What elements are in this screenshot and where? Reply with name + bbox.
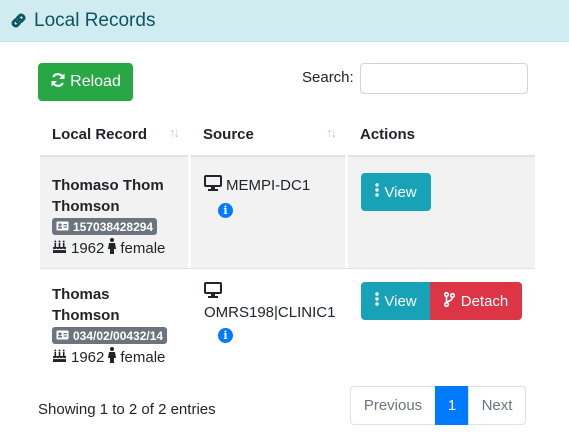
desktop-icon — [204, 282, 344, 302]
gender: female — [120, 239, 166, 257]
reload-button[interactable]: Reload — [38, 63, 133, 101]
sort-icon: ↑↓ — [169, 125, 180, 140]
ellipsis-vertical-icon — [375, 183, 380, 201]
search-input[interactable] — [360, 63, 528, 94]
view-label: View — [384, 292, 417, 310]
id-value: 157038428294 — [73, 219, 154, 234]
detach-button[interactable]: Detach — [430, 282, 522, 320]
source-line: MEMPI-DC1 — [204, 175, 344, 195]
id-card-icon — [56, 329, 69, 343]
column-divider — [188, 157, 191, 268]
column-header-label: Source — [203, 126, 254, 143]
gender: female — [120, 348, 166, 366]
column-divider — [345, 157, 348, 268]
view-label: View — [384, 183, 417, 201]
local-record-cell: Thomas Thomson 034/02/00432/14 1962 fema… — [52, 284, 186, 367]
column-header-actions: Actions — [348, 110, 535, 157]
birthday-cake-icon — [52, 239, 67, 258]
column-header-label: Local Record — [52, 126, 148, 143]
demographics: 1962 female — [52, 347, 186, 367]
local-record-cell: Thomaso Thom Thomson 157038428294 1962 f… — [52, 175, 186, 258]
view-button[interactable]: View — [361, 282, 431, 320]
female-icon — [108, 347, 117, 367]
info-icon[interactable]: i — [218, 328, 233, 343]
birthday-cake-icon — [52, 348, 67, 367]
pagination: Previous 1 Next — [350, 386, 526, 425]
source-cell: OMRS198|CLINIC1 i — [204, 282, 344, 343]
birth-year: 1962 — [71, 348, 105, 366]
source-cell: MEMPI-DC1 i — [204, 175, 344, 218]
desktop-icon — [204, 175, 222, 195]
card-header: Local Records — [0, 0, 569, 42]
source-name: MEMPI-DC1 — [226, 176, 311, 194]
name-line: Thomaso Thom — [52, 177, 164, 194]
ellipsis-vertical-icon — [375, 292, 380, 310]
name-line: Thomson — [52, 307, 120, 324]
sort-icon: ↑↓ — [326, 125, 337, 140]
next-page-button[interactable]: Next — [468, 386, 526, 425]
column-header-label: Actions — [360, 126, 416, 143]
id-value: 034/02/00432/14 — [73, 328, 164, 343]
column-header-local-record[interactable]: Local Record ↑↓ — [40, 110, 188, 157]
code-branch-icon — [443, 291, 455, 311]
view-button[interactable]: View — [361, 173, 431, 211]
birth-year: 1962 — [71, 239, 105, 257]
name-line: Thomson — [52, 198, 120, 215]
id-card-icon — [56, 220, 69, 234]
reload-label: Reload — [70, 73, 121, 90]
column-header-source[interactable]: Source ↑↓ — [191, 110, 345, 157]
page-title: Local Records — [34, 9, 156, 31]
detach-label: Detach — [460, 292, 509, 310]
demographics: 1962 female — [52, 238, 186, 258]
id-badge: 034/02/00432/14 — [52, 327, 168, 344]
link-icon — [9, 11, 28, 30]
id-badge: 157038428294 — [52, 218, 158, 235]
page-1-button[interactable]: 1 — [435, 386, 469, 425]
table-info: Showing 1 to 2 of 2 entries — [38, 401, 216, 418]
source-name: OMRS198|CLINIC1 — [204, 304, 336, 321]
info-icon[interactable]: i — [218, 203, 233, 218]
search-label: Search: — [302, 69, 354, 86]
previous-page-button[interactable]: Previous — [350, 386, 436, 425]
name-line: Thomas — [52, 286, 110, 303]
female-icon — [108, 238, 117, 258]
record-name: Thomas Thomson — [52, 284, 186, 326]
refresh-icon — [50, 72, 66, 93]
record-name: Thomaso Thom Thomson — [52, 175, 186, 217]
